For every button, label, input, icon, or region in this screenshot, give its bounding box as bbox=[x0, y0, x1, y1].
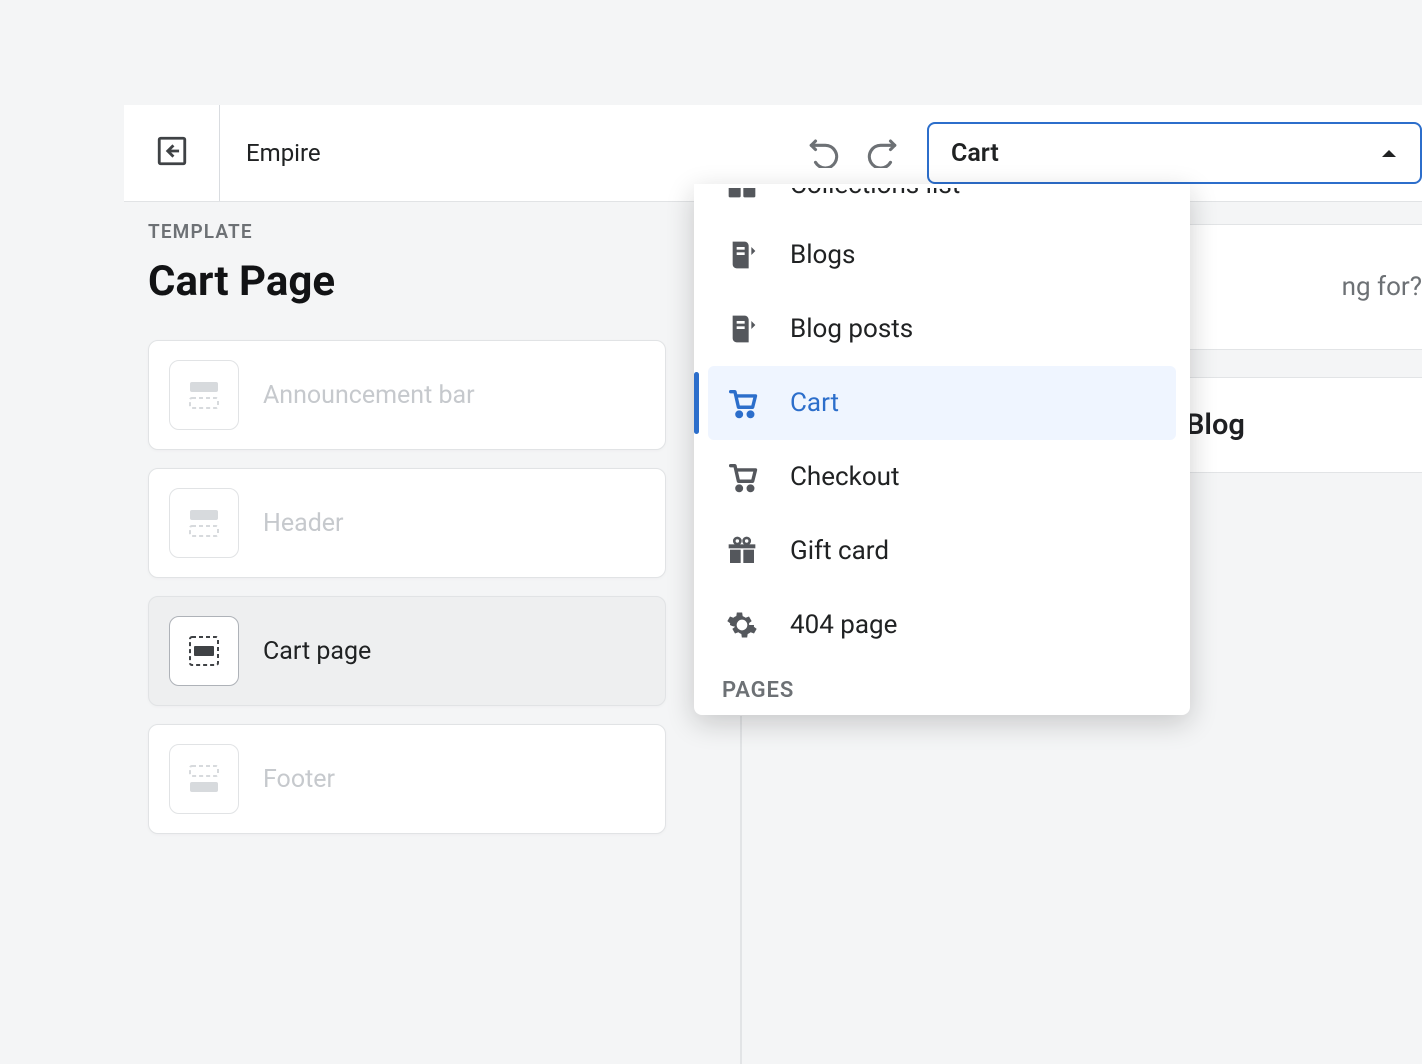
section-label: Announcement bar bbox=[263, 381, 475, 410]
dropdown-item-blog-posts[interactable]: Blog posts bbox=[694, 292, 1190, 366]
dropdown-item-label: Cart bbox=[790, 388, 839, 418]
page-title: Cart Page bbox=[148, 257, 666, 306]
preview-nav-fragment[interactable]: Blog bbox=[1186, 377, 1422, 473]
template-sidebar: TEMPLATE Cart Page Announcement bar Head… bbox=[148, 220, 666, 852]
section-label: Header bbox=[263, 509, 344, 538]
section-icon bbox=[169, 616, 239, 686]
cart-icon bbox=[722, 460, 762, 494]
dropdown-item-label: Gift card bbox=[790, 536, 889, 566]
dropdown-item-label: Blogs bbox=[790, 240, 855, 270]
dropdown-item-label: Blog posts bbox=[790, 314, 913, 344]
dropdown-item-gift-card[interactable]: Gift card bbox=[694, 514, 1190, 588]
gift-icon bbox=[722, 535, 762, 567]
section-label: Footer bbox=[263, 765, 335, 794]
page-dropdown-panel: Collections list Blogs Blog posts Cart C… bbox=[694, 184, 1190, 715]
page-select-dropdown[interactable]: Cart bbox=[927, 122, 1422, 184]
section-icon bbox=[169, 360, 239, 430]
undo-button[interactable] bbox=[807, 134, 841, 172]
dropdown-item-cart[interactable]: Cart bbox=[708, 366, 1176, 440]
dropdown-item-collections-list[interactable]: Collections list bbox=[694, 188, 1190, 218]
redo-button[interactable] bbox=[865, 134, 899, 172]
section-label: Cart page bbox=[263, 637, 371, 666]
dropdown-section-heading: PAGES bbox=[694, 662, 1190, 711]
cart-icon bbox=[722, 386, 762, 420]
section-icon bbox=[169, 744, 239, 814]
exit-icon bbox=[155, 134, 189, 172]
section-card-cart-page[interactable]: Cart page bbox=[148, 596, 666, 706]
dropdown-item-checkout[interactable]: Checkout bbox=[694, 440, 1190, 514]
undo-redo-group bbox=[807, 134, 899, 172]
blog-icon bbox=[722, 239, 762, 271]
page-select-label: Cart bbox=[951, 139, 999, 168]
preview-divider bbox=[740, 716, 742, 1064]
section-card-announcement-bar[interactable]: Announcement bar bbox=[148, 340, 666, 450]
dropdown-item-label: 404 page bbox=[790, 610, 897, 640]
template-kicker: TEMPLATE bbox=[148, 220, 666, 243]
dropdown-item-label: Collections list bbox=[790, 188, 960, 200]
caret-up-icon bbox=[1380, 144, 1398, 163]
gear-icon bbox=[722, 609, 762, 641]
preview-search-fragment: ng for? bbox=[1186, 224, 1422, 350]
dropdown-item-404-page[interactable]: 404 page bbox=[694, 588, 1190, 662]
section-icon bbox=[169, 488, 239, 558]
blog-icon bbox=[722, 313, 762, 345]
grid-icon bbox=[722, 188, 762, 200]
exit-button[interactable] bbox=[124, 105, 220, 201]
theme-name: Empire bbox=[220, 139, 321, 167]
dropdown-item-blogs[interactable]: Blogs bbox=[694, 218, 1190, 292]
section-card-header[interactable]: Header bbox=[148, 468, 666, 578]
dropdown-item-label: Checkout bbox=[790, 462, 899, 492]
section-card-footer[interactable]: Footer bbox=[148, 724, 666, 834]
